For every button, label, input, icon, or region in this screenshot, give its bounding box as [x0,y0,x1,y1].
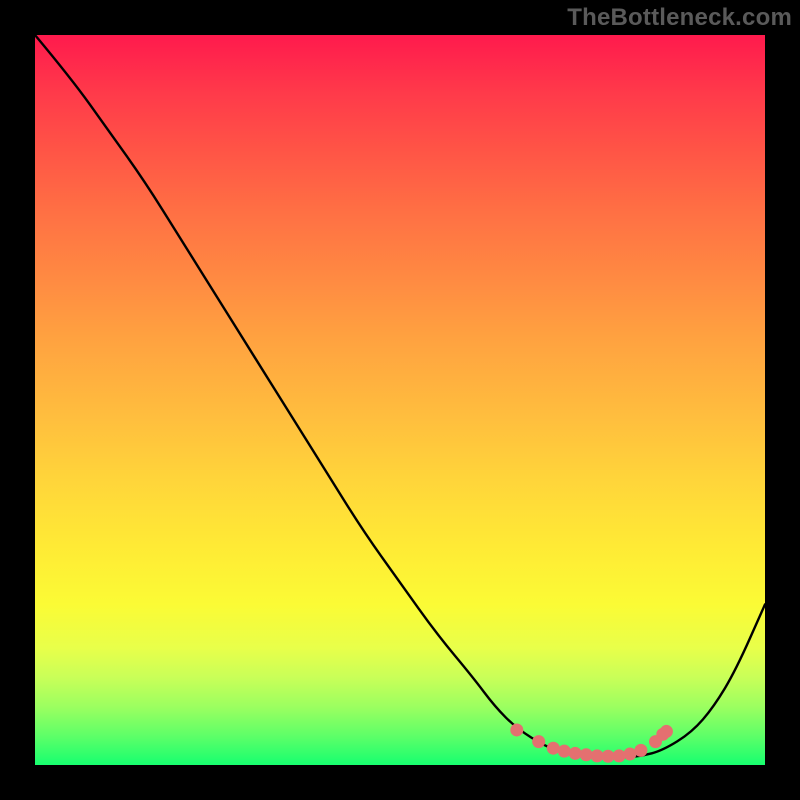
optimal-marker [613,749,626,762]
optimal-marker [547,742,560,755]
curve-layer [35,35,765,765]
optimal-marker [634,744,647,757]
chart-container: TheBottleneck.com [0,0,800,800]
watermark-label: TheBottleneck.com [567,4,792,32]
optimal-marker [558,745,571,758]
optimal-marker [660,725,673,738]
optimal-marker-group [510,723,673,762]
optimal-marker [569,747,582,760]
bottleneck-curve [35,35,765,758]
optimal-marker [532,735,545,748]
plot-area [35,35,765,765]
optimal-marker [510,723,523,736]
